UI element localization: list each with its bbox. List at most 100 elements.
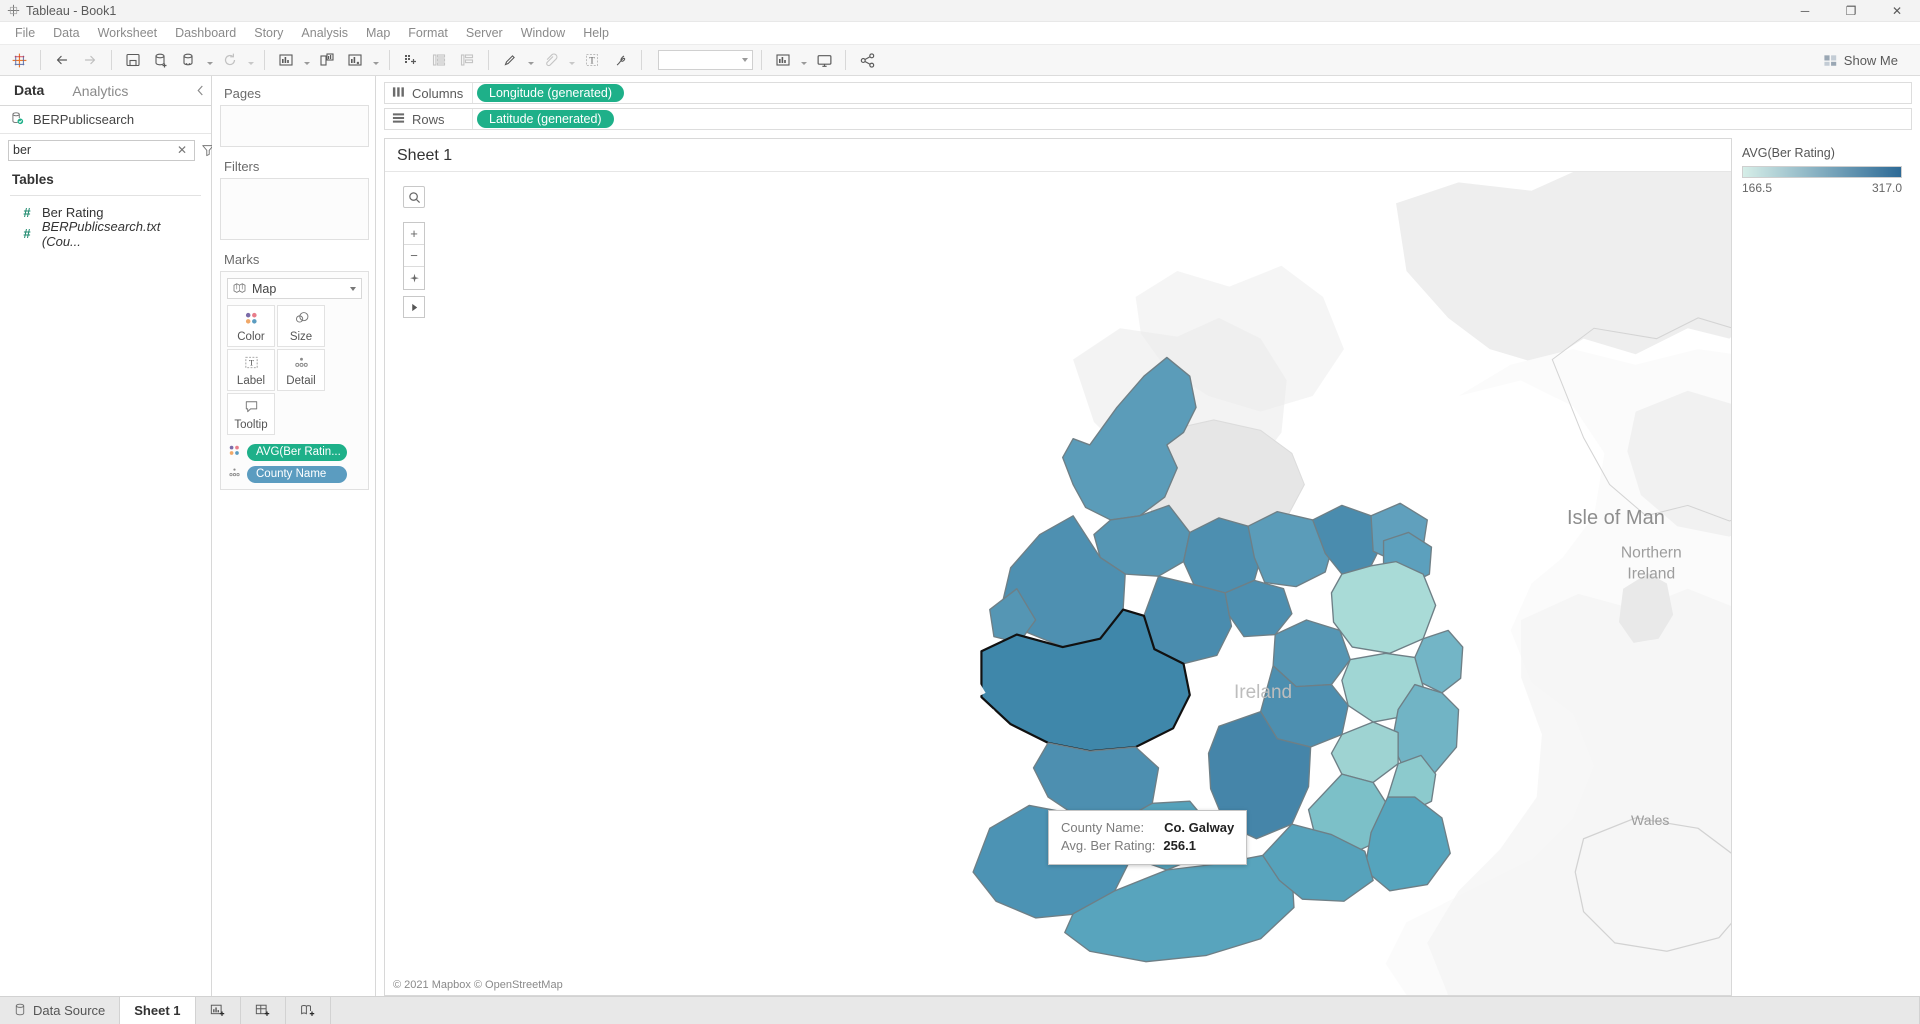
new-worksheet-button[interactable] [196,997,241,1024]
legend-max-value: 317.0 [1871,181,1902,195]
toolbar-separator [488,50,489,70]
presentation-mode-icon[interactable] [811,47,837,73]
filters-card: Filters [220,157,369,240]
connect-data-dropdown-icon[interactable] [204,47,215,73]
tooltip-key-rating: Avg. Ber Rating: [1061,838,1156,853]
marks-pill-avg-ber-rating[interactable]: AVG(Ber Ratin... [247,443,347,461]
highlight-icon[interactable] [497,47,523,73]
marks-tooltip-button[interactable]: Tooltip [227,393,275,435]
toolbar: T Show Me [0,44,1920,76]
menu-worksheet[interactable]: Worksheet [89,24,167,42]
new-data-source-icon[interactable] [148,47,174,73]
pill-longitude-generated[interactable]: Longitude (generated) [477,84,625,102]
field-berpublicsearch-count[interactable]: # BERPublicsearch.txt (Cou... [0,219,211,249]
marks-pills: AVG(Ber Ratin... County Name [227,443,362,483]
maximize-button[interactable]: ❐ [1828,0,1874,22]
menu-analysis[interactable]: Analysis [292,24,357,42]
data-source-item[interactable]: BERPublicsearch [0,106,211,134]
menu-dashboard[interactable]: Dashboard [166,24,245,42]
tooltip-row-rating: Avg. Ber Rating: 256.1 [1061,837,1234,855]
chevron-down-icon [350,286,356,291]
zoom-out-button[interactable]: − [404,245,424,267]
group-dropdown-icon[interactable] [566,47,577,73]
new-dashboard-icon[interactable] [314,47,340,73]
marks-color-button[interactable]: Color [227,305,275,347]
mark-type-selector[interactable]: Map [227,278,362,299]
rows-shelf-label-group: Rows [385,109,473,129]
swap-rows-columns-icon[interactable] [454,47,480,73]
menu-window[interactable]: Window [512,24,574,42]
zoom-in-button[interactable]: + [404,223,424,245]
new-story-button[interactable] [286,997,331,1024]
pill-latitude-generated[interactable]: Latitude (generated) [477,110,614,128]
filters-shelf[interactable] [220,178,369,240]
marks-size-label: Size [289,330,313,343]
legend-gradient-bar[interactable] [1742,166,1902,178]
shelves: Columns Longitude (generated) Rows Latit… [376,76,1920,138]
search-input-wrapper[interactable]: ✕ [8,139,196,161]
map-canvas[interactable]: Northern Ireland Isle of Man Ireland Wal… [385,171,1731,995]
map-search-button[interactable] [403,186,425,208]
connect-data-icon[interactable] [176,47,202,73]
marks-label-button[interactable]: T Label [227,349,275,391]
tableau-home-icon[interactable] [6,47,32,73]
tables-section-header: Tables [12,172,54,187]
menu-map[interactable]: Map [357,24,399,42]
highlight-dropdown-icon[interactable] [525,47,536,73]
rows-shelf[interactable]: Rows Latitude (generated) [384,108,1912,130]
save-icon[interactable] [120,47,146,73]
clear-icon[interactable]: ✕ [174,143,190,157]
refresh-data-source-icon[interactable] [217,47,243,73]
tab-analytics[interactable]: Analytics [58,76,142,105]
search-input[interactable] [13,143,174,157]
undo-icon[interactable] [49,47,75,73]
menu-server[interactable]: Server [457,24,512,42]
marks-size-button[interactable]: Size [277,305,325,347]
menu-story[interactable]: Story [245,24,292,42]
duplicate-icon[interactable] [398,47,424,73]
map-options-button[interactable] [403,296,425,318]
status-tab-data-source[interactable]: Data Source [0,997,121,1024]
new-worksheet-dropdown-icon[interactable] [301,47,312,73]
marks-pill-county-name[interactable]: County Name [247,465,347,483]
show-me-button[interactable]: Show Me [1817,50,1904,71]
refresh-dropdown-icon[interactable] [245,47,256,73]
fit-width-icon[interactable] [770,47,796,73]
clear-sheet-icon[interactable] [426,47,452,73]
share-workbook-icon[interactable] [854,47,880,73]
tooltip-icon [243,398,260,418]
new-story-dropdown-icon[interactable] [370,47,381,73]
data-pane-search-row: ✕ [0,134,248,166]
pan-button[interactable] [404,267,424,289]
close-button[interactable]: ✕ [1874,0,1920,22]
fit-selector[interactable] [658,50,753,70]
status-bar-filler [331,997,1920,1024]
data-source-icon [10,111,25,129]
status-tab-sheet-1[interactable]: Sheet 1 [120,997,196,1024]
new-worksheet-icon[interactable] [273,47,299,73]
show-mark-labels-icon[interactable]: T [579,47,605,73]
menu-help[interactable]: Help [574,24,618,42]
legend-min-value: 166.5 [1742,181,1773,195]
marks-buttons: Color Size T Label Detail Tooltip [227,305,362,435]
rows-shelf-body[interactable]: Latitude (generated) [473,109,1911,129]
new-dashboard-button[interactable] [241,997,286,1024]
menu-data[interactable]: Data [44,24,88,42]
fit-dropdown-icon[interactable] [798,47,809,73]
legend-values: 166.5 317.0 [1742,181,1902,195]
menu-file[interactable]: File [6,24,44,42]
marks-detail-button[interactable]: Detail [277,349,325,391]
redo-icon[interactable] [77,47,103,73]
columns-shelf-body[interactable]: Longitude (generated) [473,83,1911,103]
size-icon [293,310,310,330]
group-members-icon[interactable] [538,47,564,73]
fix-axes-icon[interactable] [607,47,633,73]
toolbar-separator [40,50,41,70]
menu-format[interactable]: Format [399,24,457,42]
collapse-pane-button[interactable] [189,76,211,105]
columns-shelf[interactable]: Columns Longitude (generated) [384,82,1912,104]
pages-shelf[interactable] [220,105,369,147]
new-story-icon[interactable] [342,47,368,73]
tab-data[interactable]: Data [0,76,59,105]
minimize-button[interactable]: ─ [1782,0,1828,22]
